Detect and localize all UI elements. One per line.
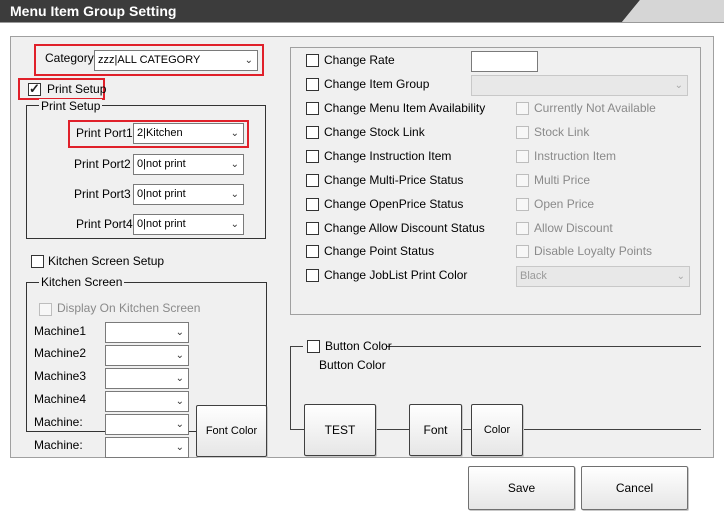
change-availability-label: Change Menu Item Availability [324, 101, 486, 115]
chevron-down-icon: ⌄ [230, 128, 239, 139]
change-item-group-label: Change Item Group [324, 77, 430, 91]
change-stock-link-label: Change Stock Link [324, 125, 425, 139]
chevron-down-icon: ⌄ [244, 55, 253, 66]
allow-discount-label: Allow Discount [534, 221, 613, 235]
chevron-down-icon: ⌄ [230, 189, 239, 200]
save-button[interactable]: Save [468, 466, 575, 510]
change-joblist-color-checkbox[interactable] [306, 269, 319, 282]
change-rate-checkbox[interactable] [306, 54, 319, 67]
change-multi-price-label: Change Multi-Price Status [324, 173, 464, 187]
allow-discount-checkbox[interactable] [516, 222, 529, 235]
machine6-select[interactable]: ⌄ [105, 437, 189, 458]
chevron-down-icon: ⌄ [175, 350, 184, 361]
window-title: Menu Item Group Setting [10, 3, 177, 19]
change-allow-discount-label: Change Allow Discount Status [324, 221, 485, 235]
stock-link-checkbox[interactable] [516, 126, 529, 139]
print-port4-select[interactable]: 0|not print ⌄ [133, 214, 244, 235]
instruction-item-label: Instruction Item [534, 149, 617, 163]
machine1-label: Machine1 [34, 324, 87, 338]
change-openprice-label: Change OpenPrice Status [324, 197, 464, 211]
change-stock-link-checkbox[interactable] [306, 126, 319, 139]
button-color-checkbox-label: Button Color [325, 339, 392, 353]
machine1-select[interactable]: ⌄ [105, 322, 189, 343]
currently-not-available-label: Currently Not Available [534, 101, 656, 115]
change-point-status-checkbox[interactable] [306, 245, 319, 258]
chevron-down-icon: ⌄ [175, 396, 184, 407]
chevron-down-icon: ⌄ [175, 327, 184, 338]
change-rate-label: Change Rate [324, 53, 395, 67]
disable-loyalty-points-checkbox[interactable] [516, 245, 529, 258]
machine4-label: Machine4 [34, 392, 87, 406]
print-setup-checkbox-label: Print Setup [47, 82, 107, 96]
change-availability-checkbox[interactable] [306, 102, 319, 115]
print-port2-label: Print Port2 [74, 157, 131, 171]
machine3-label: Machine3 [34, 369, 87, 383]
machine4-select[interactable]: ⌄ [105, 391, 189, 412]
change-point-status-label: Change Point Status [324, 244, 435, 258]
display-on-kitchen-checkbox[interactable] [39, 303, 52, 316]
machine5-select[interactable]: ⌄ [105, 414, 189, 435]
print-port4-label: Print Port4 [76, 217, 133, 231]
color-button[interactable]: Color [471, 404, 523, 456]
display-on-kitchen-label: Display On Kitchen Screen [57, 301, 201, 315]
test-button[interactable]: TEST [304, 404, 376, 456]
kitchen-screen-setup-checkbox[interactable] [31, 255, 44, 268]
change-item-group-checkbox[interactable] [306, 78, 319, 91]
font-color-button[interactable]: Font Color [196, 405, 267, 457]
disable-loyalty-points-label: Disable Loyalty Points [534, 244, 653, 258]
machine3-select[interactable]: ⌄ [105, 368, 189, 389]
print-port2-select[interactable]: 0|not print ⌄ [133, 154, 244, 175]
print-setup-group-title: Print Setup [39, 99, 103, 113]
kitchen-screen-setup-label: Kitchen Screen Setup [48, 254, 165, 268]
multi-price-checkbox[interactable] [516, 174, 529, 187]
chevron-down-icon: ⌄ [676, 271, 685, 282]
button-color-subtitle: Button Color [319, 358, 386, 372]
currently-not-available-checkbox[interactable] [516, 102, 529, 115]
chevron-down-icon: ⌄ [175, 419, 184, 430]
print-port3-select[interactable]: 0|not print ⌄ [133, 184, 244, 205]
chevron-down-icon: ⌄ [175, 373, 184, 384]
change-joblist-color-label: Change JobList Print Color [324, 268, 468, 282]
chevron-down-icon: ⌄ [230, 159, 239, 170]
machine2-select[interactable]: ⌄ [105, 345, 189, 366]
machine5-label: Machine: [34, 415, 83, 429]
chevron-down-icon: ⌄ [230, 219, 239, 230]
chevron-down-icon: ⌄ [175, 442, 184, 453]
open-price-label: Open Price [534, 197, 595, 211]
category-label: Category [45, 51, 94, 65]
change-openprice-checkbox[interactable] [306, 198, 319, 211]
button-color-checkbox[interactable] [307, 340, 320, 353]
print-port3-label: Print Port3 [74, 187, 131, 201]
print-port1-label: Print Port1 [76, 126, 133, 140]
change-allow-discount-checkbox[interactable] [306, 222, 319, 235]
stock-link-label: Stock Link [534, 125, 590, 139]
machine6-label: Machine: [34, 438, 83, 452]
item-group-select[interactable]: ⌄ [471, 75, 688, 96]
cancel-button[interactable]: Cancel [581, 466, 688, 510]
print-port1-select[interactable]: 2|Kitchen ⌄ [133, 123, 244, 144]
change-instruction-item-checkbox[interactable] [306, 150, 319, 163]
kitchen-screen-group-title: Kitchen Screen [39, 275, 125, 289]
change-multi-price-checkbox[interactable] [306, 174, 319, 187]
open-price-checkbox[interactable] [516, 198, 529, 211]
change-instruction-item-label: Change Instruction Item [324, 149, 452, 163]
instruction-item-checkbox[interactable] [516, 150, 529, 163]
category-select[interactable]: zzz|ALL CATEGORY ⌄ [94, 50, 258, 71]
machine2-label: Machine2 [34, 346, 87, 360]
chevron-down-icon: ⌄ [674, 80, 683, 91]
print-setup-checkbox[interactable] [28, 81, 41, 97]
joblist-color-select[interactable]: Black ⌄ [516, 266, 690, 287]
rate-input[interactable] [471, 51, 538, 72]
multi-price-label: Multi Price [534, 173, 591, 187]
font-button[interactable]: Font [409, 404, 462, 456]
